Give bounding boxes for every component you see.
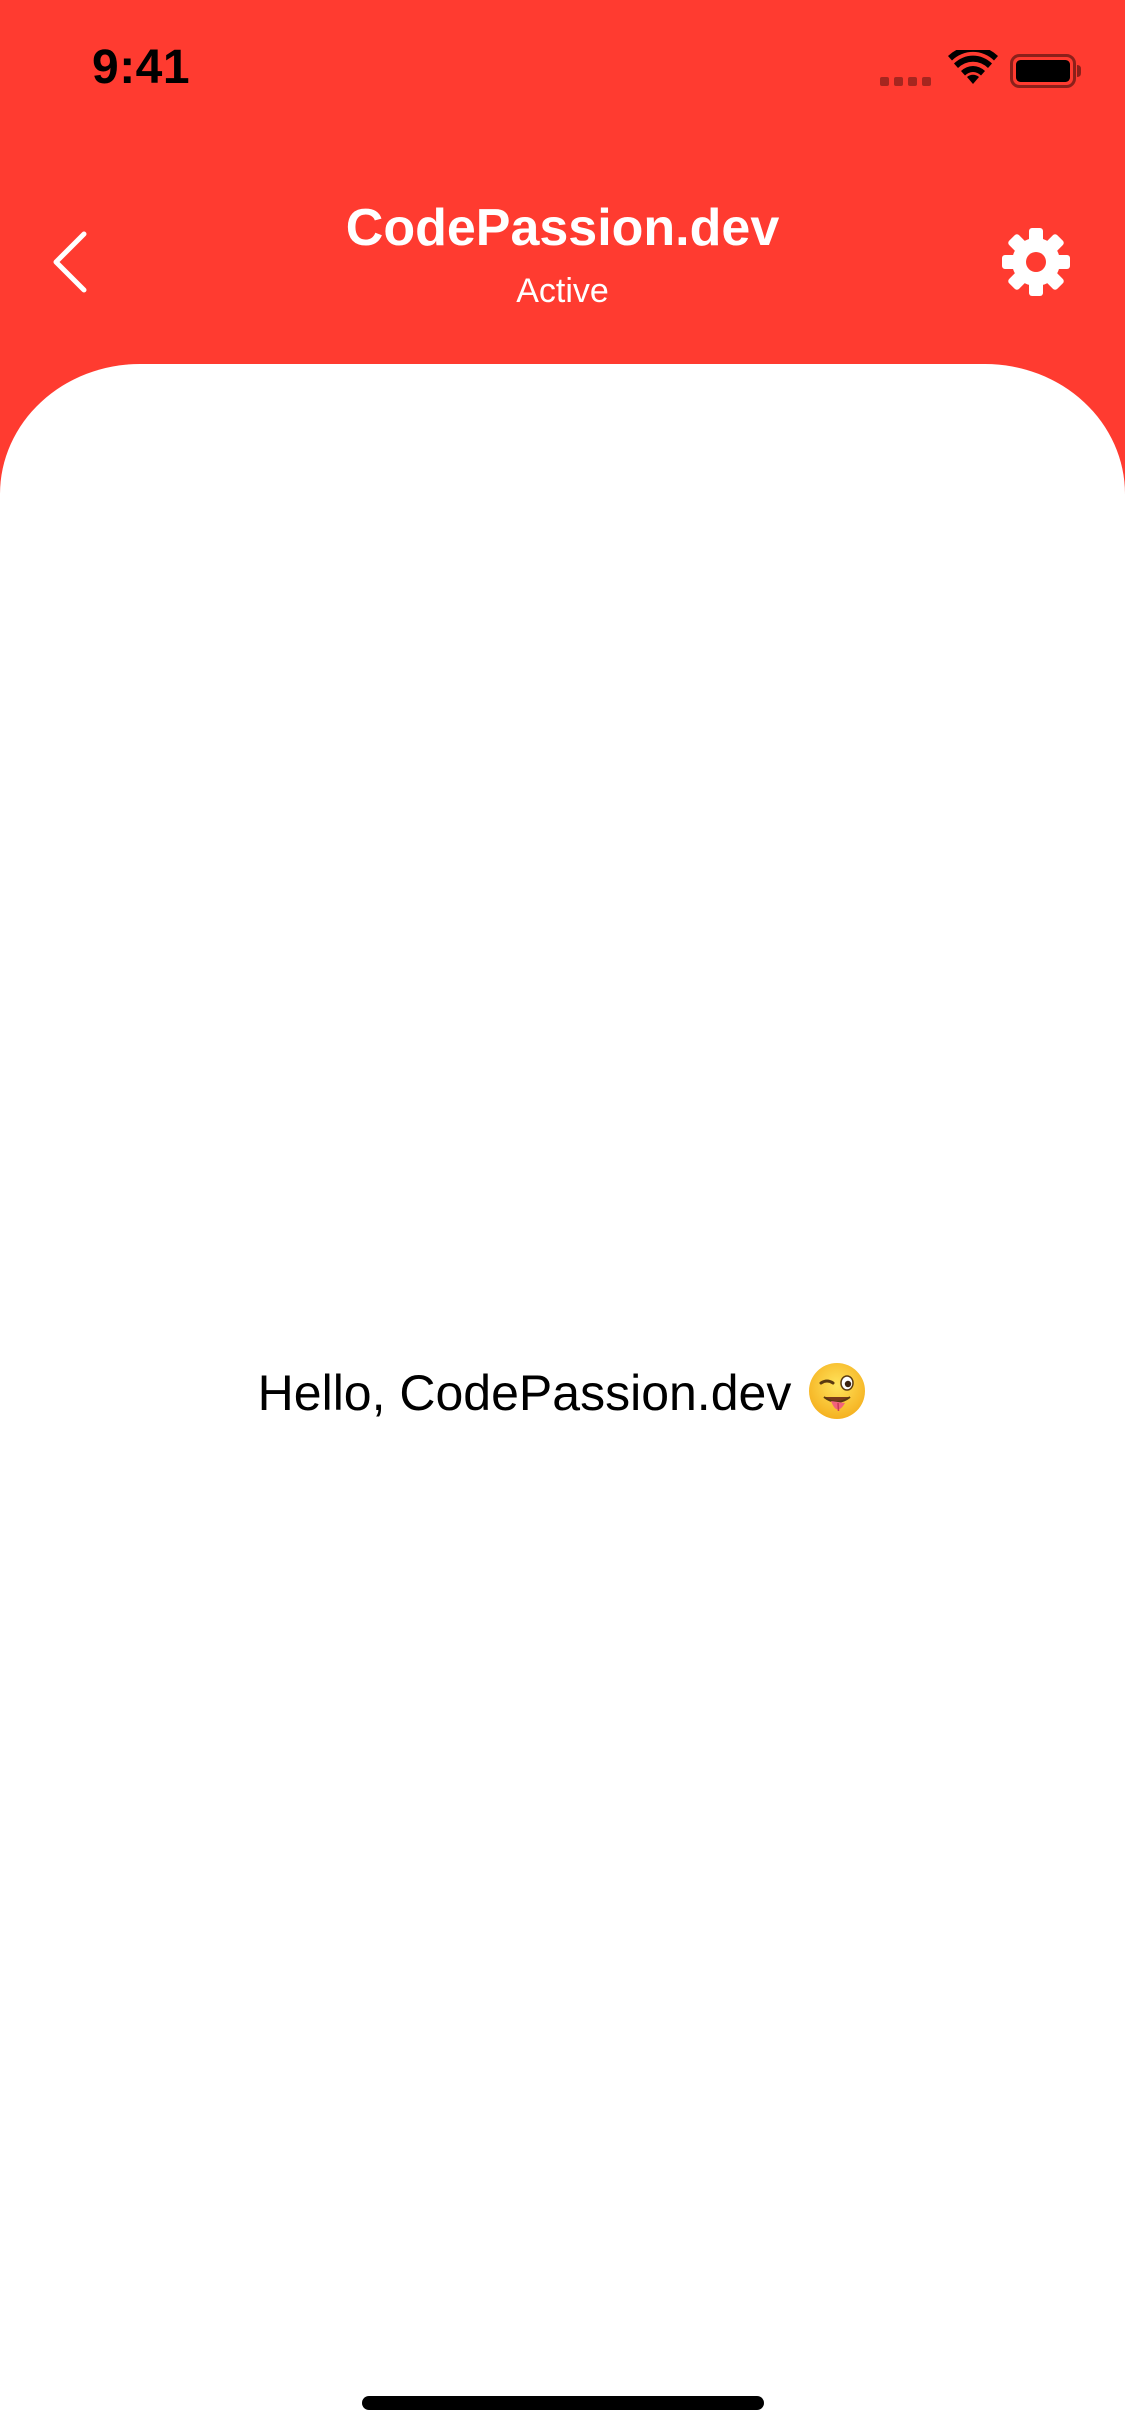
content-card: Hello, CodePassion.dev bbox=[0, 364, 1125, 2436]
settings-button[interactable] bbox=[994, 220, 1078, 304]
gear-icon bbox=[1002, 228, 1070, 296]
header-title: CodePassion.dev bbox=[345, 199, 780, 257]
winking-face-with-tongue-icon bbox=[809, 1362, 866, 1419]
header-subtitle: Active bbox=[516, 272, 609, 310]
wifi-icon bbox=[948, 50, 998, 84]
status-bar: 9:41 bbox=[0, 0, 1125, 132]
chat-screen: 9:41 CodePassion.dev Active Hello, CodeP… bbox=[0, 0, 1125, 2436]
signal-icon bbox=[880, 74, 936, 86]
battery-icon bbox=[1010, 54, 1081, 88]
home-indicator[interactable] bbox=[362, 2396, 764, 2410]
greeting-message: Hello, CodePassion.dev bbox=[0, 1362, 1125, 1427]
chat-header: CodePassion.dev Active bbox=[0, 132, 1125, 364]
greeting-text: Hello, CodePassion.dev bbox=[257, 1365, 792, 1421]
status-time: 9:41 bbox=[92, 41, 191, 94]
